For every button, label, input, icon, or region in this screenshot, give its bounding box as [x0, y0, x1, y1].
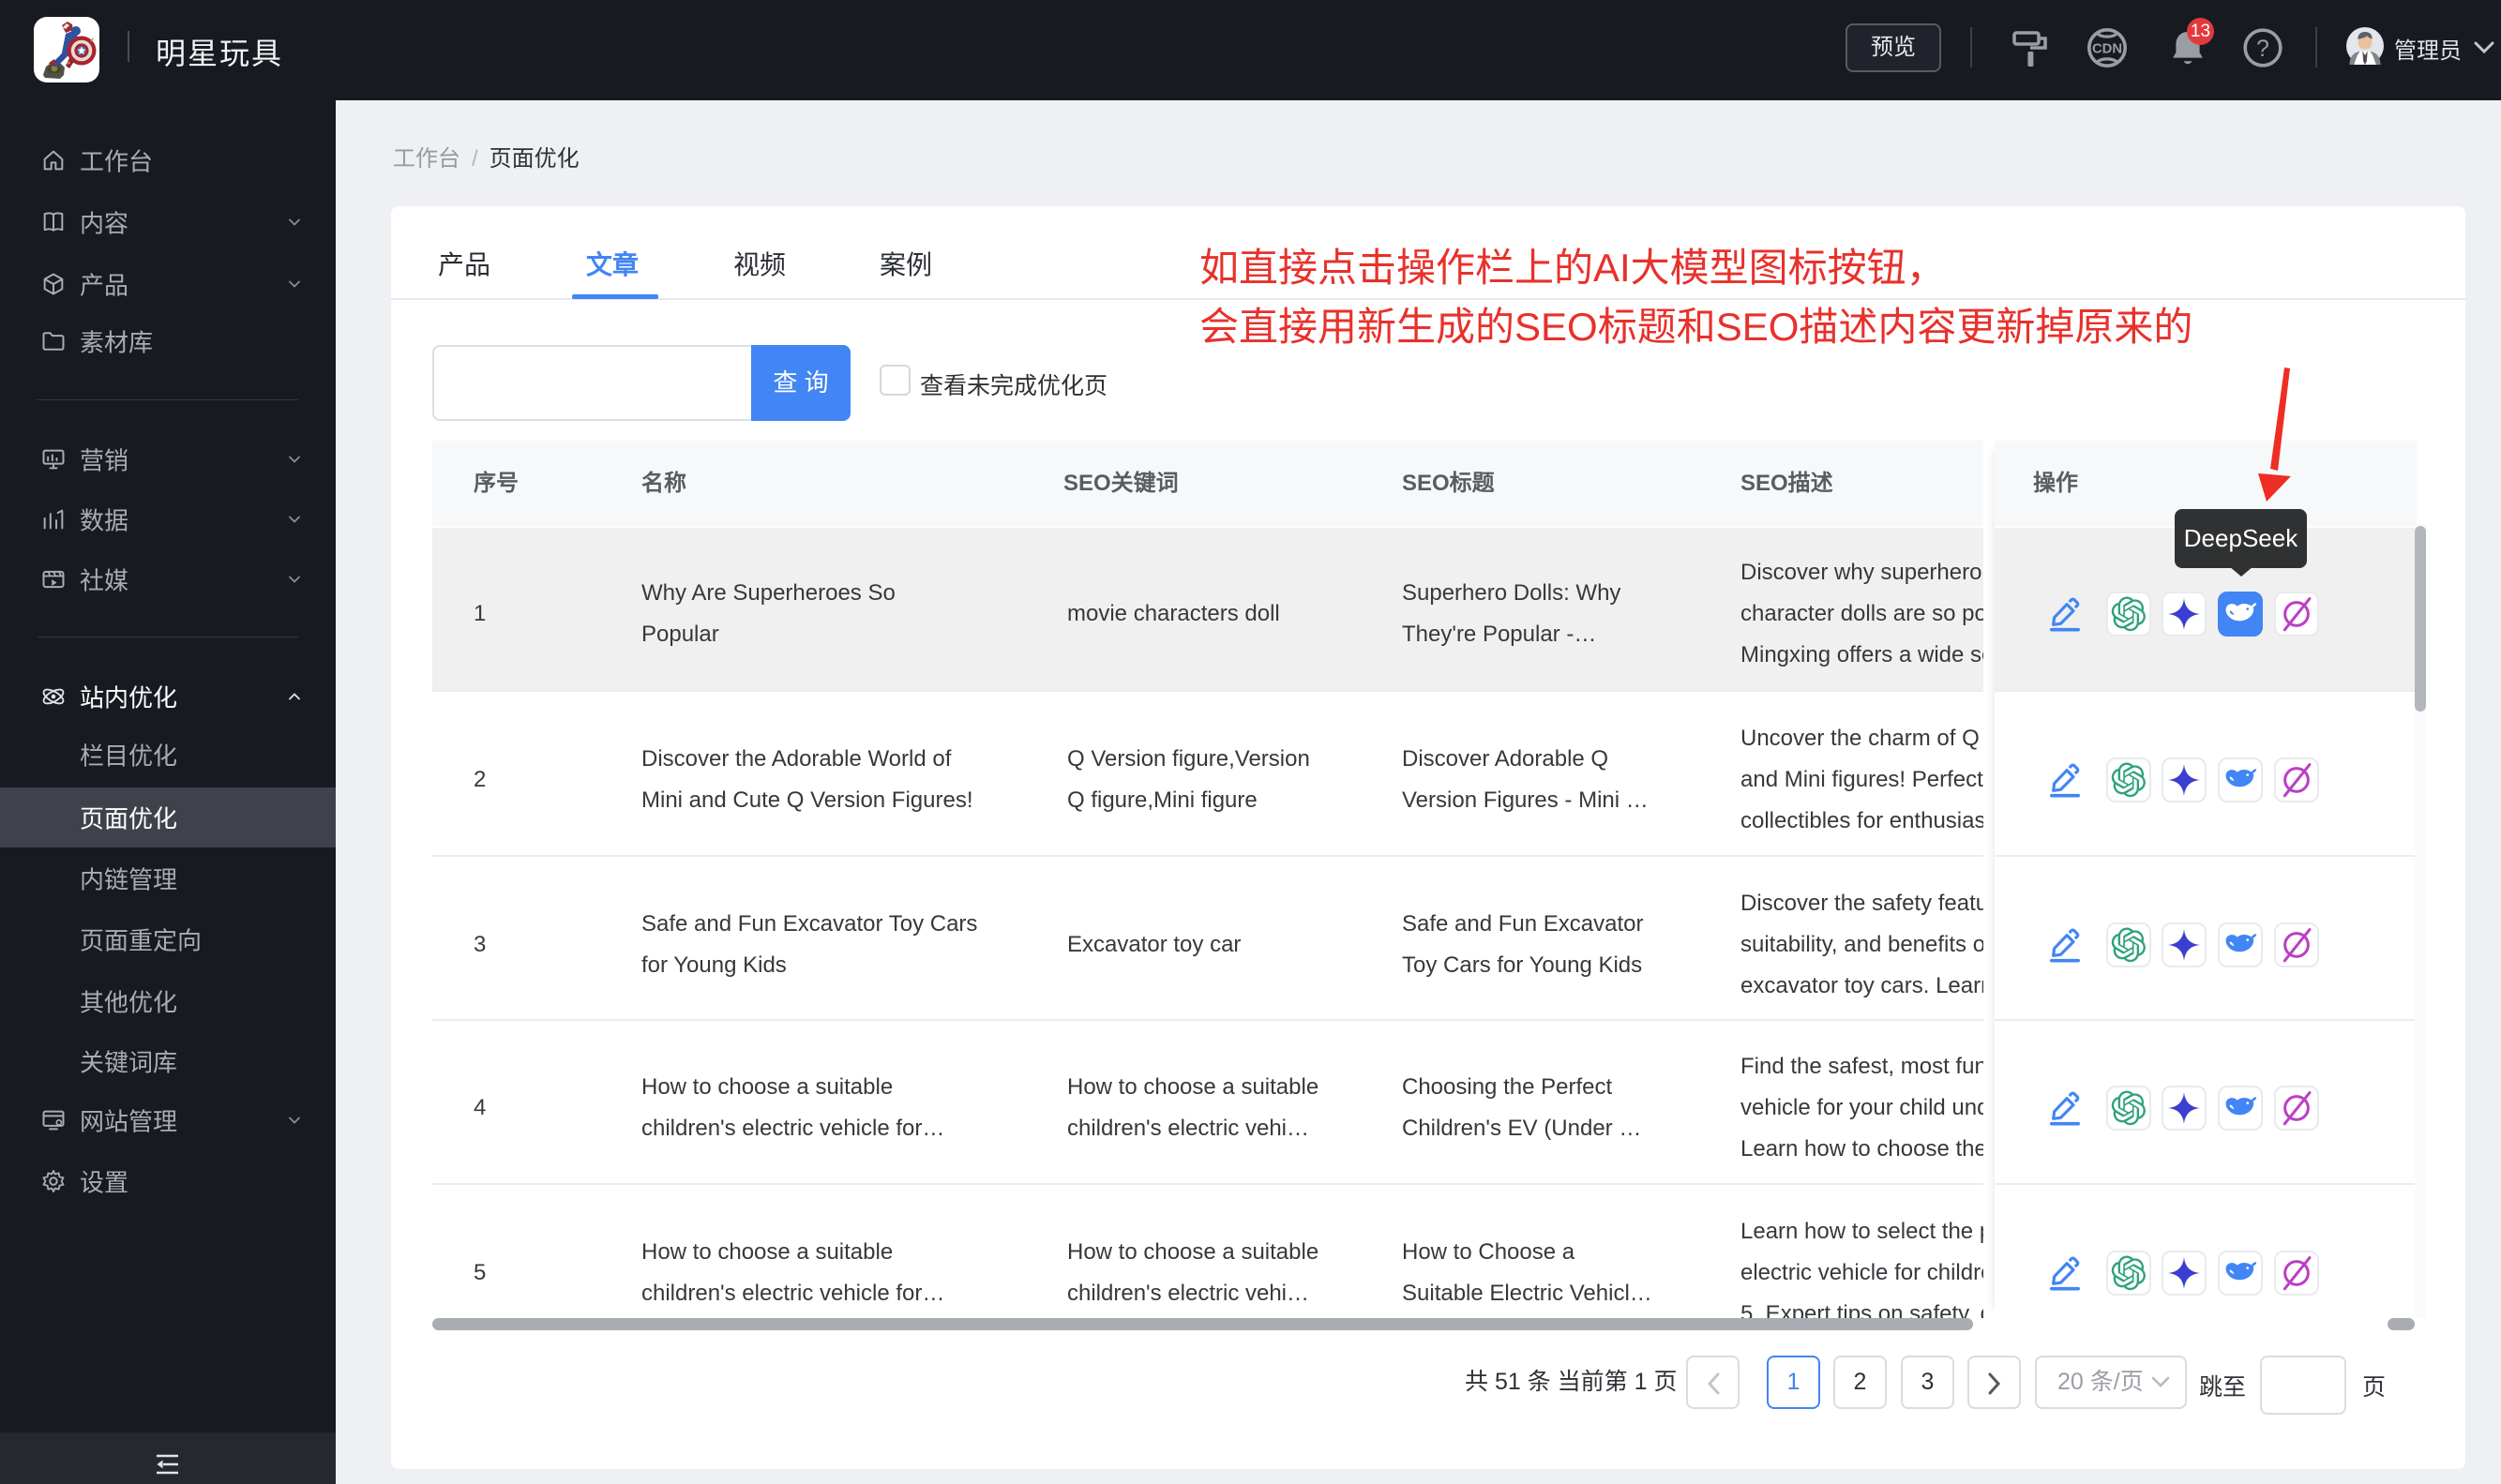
svg-text:?: ?	[2256, 36, 2269, 62]
svg-text:CDN: CDN	[2092, 41, 2122, 56]
